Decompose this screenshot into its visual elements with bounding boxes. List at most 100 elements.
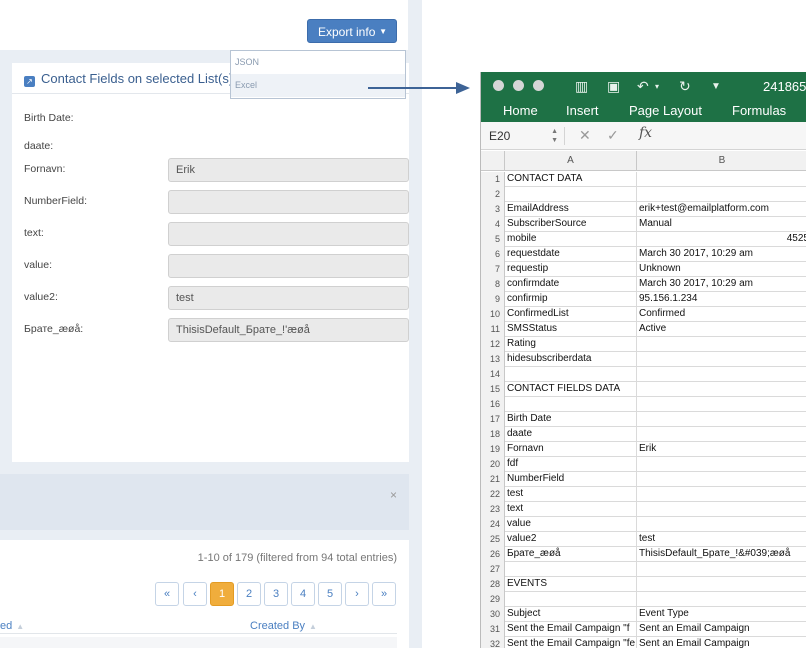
cell-b[interactable]: Erik: [637, 442, 806, 457]
value-field[interactable]: [168, 254, 409, 278]
last-page-button[interactable]: »: [372, 582, 396, 606]
column-header-a[interactable]: A: [505, 151, 637, 171]
close-window-button[interactable]: [493, 80, 504, 91]
next-page-button[interactable]: ›: [345, 582, 369, 606]
cell-b[interactable]: Sent an Email Campaign: [637, 622, 806, 637]
zoom-window-button[interactable]: [533, 80, 544, 91]
row-number[interactable]: 13: [481, 352, 505, 367]
row-number[interactable]: 18: [481, 427, 505, 442]
text-field[interactable]: [168, 222, 409, 246]
select-all-corner[interactable]: [481, 151, 505, 171]
row-number[interactable]: 24: [481, 517, 505, 532]
column-header-date[interactable]: ed ▲: [0, 620, 24, 632]
custom-field[interactable]: ThisisDefault_Брате_!'æøå: [168, 318, 409, 342]
cell-a[interactable]: [505, 397, 637, 412]
cell-a[interactable]: SMSStatus: [505, 322, 637, 337]
row-number[interactable]: 31: [481, 622, 505, 637]
row-number[interactable]: 1: [481, 172, 505, 187]
row-number[interactable]: 6: [481, 247, 505, 262]
cancel-icon[interactable]: ✕: [579, 127, 591, 144]
row-number[interactable]: 7: [481, 262, 505, 277]
cell-b[interactable]: [637, 427, 806, 442]
cell-a[interactable]: Брате_æøå: [505, 547, 637, 562]
expand-icon[interactable]: ↗: [24, 76, 35, 87]
cell-a[interactable]: confirmdate: [505, 277, 637, 292]
cell-a[interactable]: [505, 562, 637, 577]
cell-b[interactable]: [637, 382, 806, 397]
cell-b[interactable]: 95.156.1.234: [637, 292, 806, 307]
tab-insert[interactable]: Insert: [566, 103, 599, 118]
row-number[interactable]: 25: [481, 532, 505, 547]
row-number[interactable]: 30: [481, 607, 505, 622]
row-number[interactable]: 4: [481, 217, 505, 232]
cell-b[interactable]: Confirmed: [637, 307, 806, 322]
tab-formulas[interactable]: Formulas: [732, 103, 786, 118]
row-number[interactable]: 5: [481, 232, 505, 247]
cell-b[interactable]: erik+test@emailplatform.com: [637, 202, 806, 217]
row-number[interactable]: 12: [481, 337, 505, 352]
customize-toolbar-icon[interactable]: ▼: [711, 81, 721, 92]
cell-a[interactable]: NumberField: [505, 472, 637, 487]
cell-b[interactable]: [637, 562, 806, 577]
cell-b[interactable]: test: [637, 532, 806, 547]
cell-a[interactable]: [505, 367, 637, 382]
cell-b[interactable]: [637, 472, 806, 487]
row-number[interactable]: 23: [481, 502, 505, 517]
menu-item-excel[interactable]: Excel: [231, 74, 405, 97]
row-number[interactable]: 20: [481, 457, 505, 472]
row-number[interactable]: 29: [481, 592, 505, 607]
cell-b[interactable]: [637, 577, 806, 592]
cell-a[interactable]: value2: [505, 532, 637, 547]
function-icon[interactable]: fx: [639, 125, 652, 141]
page-4-button[interactable]: 4: [291, 582, 315, 606]
cell-a[interactable]: hidesubscriberdata: [505, 352, 637, 367]
cell-a[interactable]: ConfirmedList: [505, 307, 637, 322]
cell-a[interactable]: confirmip: [505, 292, 637, 307]
confirm-icon[interactable]: ✓: [607, 127, 619, 144]
cell-b[interactable]: [637, 397, 806, 412]
cell-a[interactable]: CONTACT DATA: [505, 172, 637, 187]
cell-b[interactable]: Sent an Email Campaign: [637, 637, 806, 648]
page-1-button[interactable]: 1: [210, 582, 234, 606]
redo-icon[interactable]: ↻: [679, 78, 691, 95]
cell-b[interactable]: [637, 337, 806, 352]
row-number[interactable]: 32: [481, 637, 505, 648]
menu-item-json[interactable]: JSON: [231, 51, 405, 74]
cell-b[interactable]: Unknown: [637, 262, 806, 277]
column-header-created-by[interactable]: Created By ▲: [250, 620, 317, 632]
row-number[interactable]: 26: [481, 547, 505, 562]
cell-a[interactable]: [505, 592, 637, 607]
row-number[interactable]: 17: [481, 412, 505, 427]
cell-b[interactable]: [637, 352, 806, 367]
cell-a[interactable]: value: [505, 517, 637, 532]
row-number[interactable]: 9: [481, 292, 505, 307]
fornavn-field[interactable]: Erik: [168, 158, 409, 182]
cell-a[interactable]: Rating: [505, 337, 637, 352]
row-number[interactable]: 3: [481, 202, 505, 217]
column-header-b[interactable]: B: [637, 151, 806, 171]
cell-a[interactable]: CONTACT FIELDS DATA: [505, 382, 637, 397]
name-box[interactable]: E20 ▲ ▼: [489, 127, 565, 145]
page-2-button[interactable]: 2: [237, 582, 261, 606]
cell-a[interactable]: Fornavn: [505, 442, 637, 457]
cell-a[interactable]: mobile: [505, 232, 637, 247]
export-info-button[interactable]: Export info ▼: [307, 19, 397, 43]
save-icon[interactable]: ▣: [607, 78, 620, 95]
cell-a[interactable]: SubscriberSource: [505, 217, 637, 232]
row-number[interactable]: 15: [481, 382, 505, 397]
cell-b[interactable]: [637, 487, 806, 502]
cell-b[interactable]: Manual: [637, 217, 806, 232]
cell-a[interactable]: requestdate: [505, 247, 637, 262]
cell-a[interactable]: test: [505, 487, 637, 502]
value2-field[interactable]: test: [168, 286, 409, 310]
cell-a[interactable]: Subject: [505, 607, 637, 622]
undo-dropdown-icon[interactable]: ▾: [655, 82, 659, 91]
sidebar-toggle-icon[interactable]: ▥: [575, 78, 588, 95]
cell-a[interactable]: fdf: [505, 457, 637, 472]
tab-home[interactable]: Home: [503, 103, 538, 118]
cell-b[interactable]: 4525: [637, 232, 806, 247]
cell-a[interactable]: [505, 187, 637, 202]
row-number[interactable]: 19: [481, 442, 505, 457]
page-5-button[interactable]: 5: [318, 582, 342, 606]
cell-b[interactable]: [637, 457, 806, 472]
